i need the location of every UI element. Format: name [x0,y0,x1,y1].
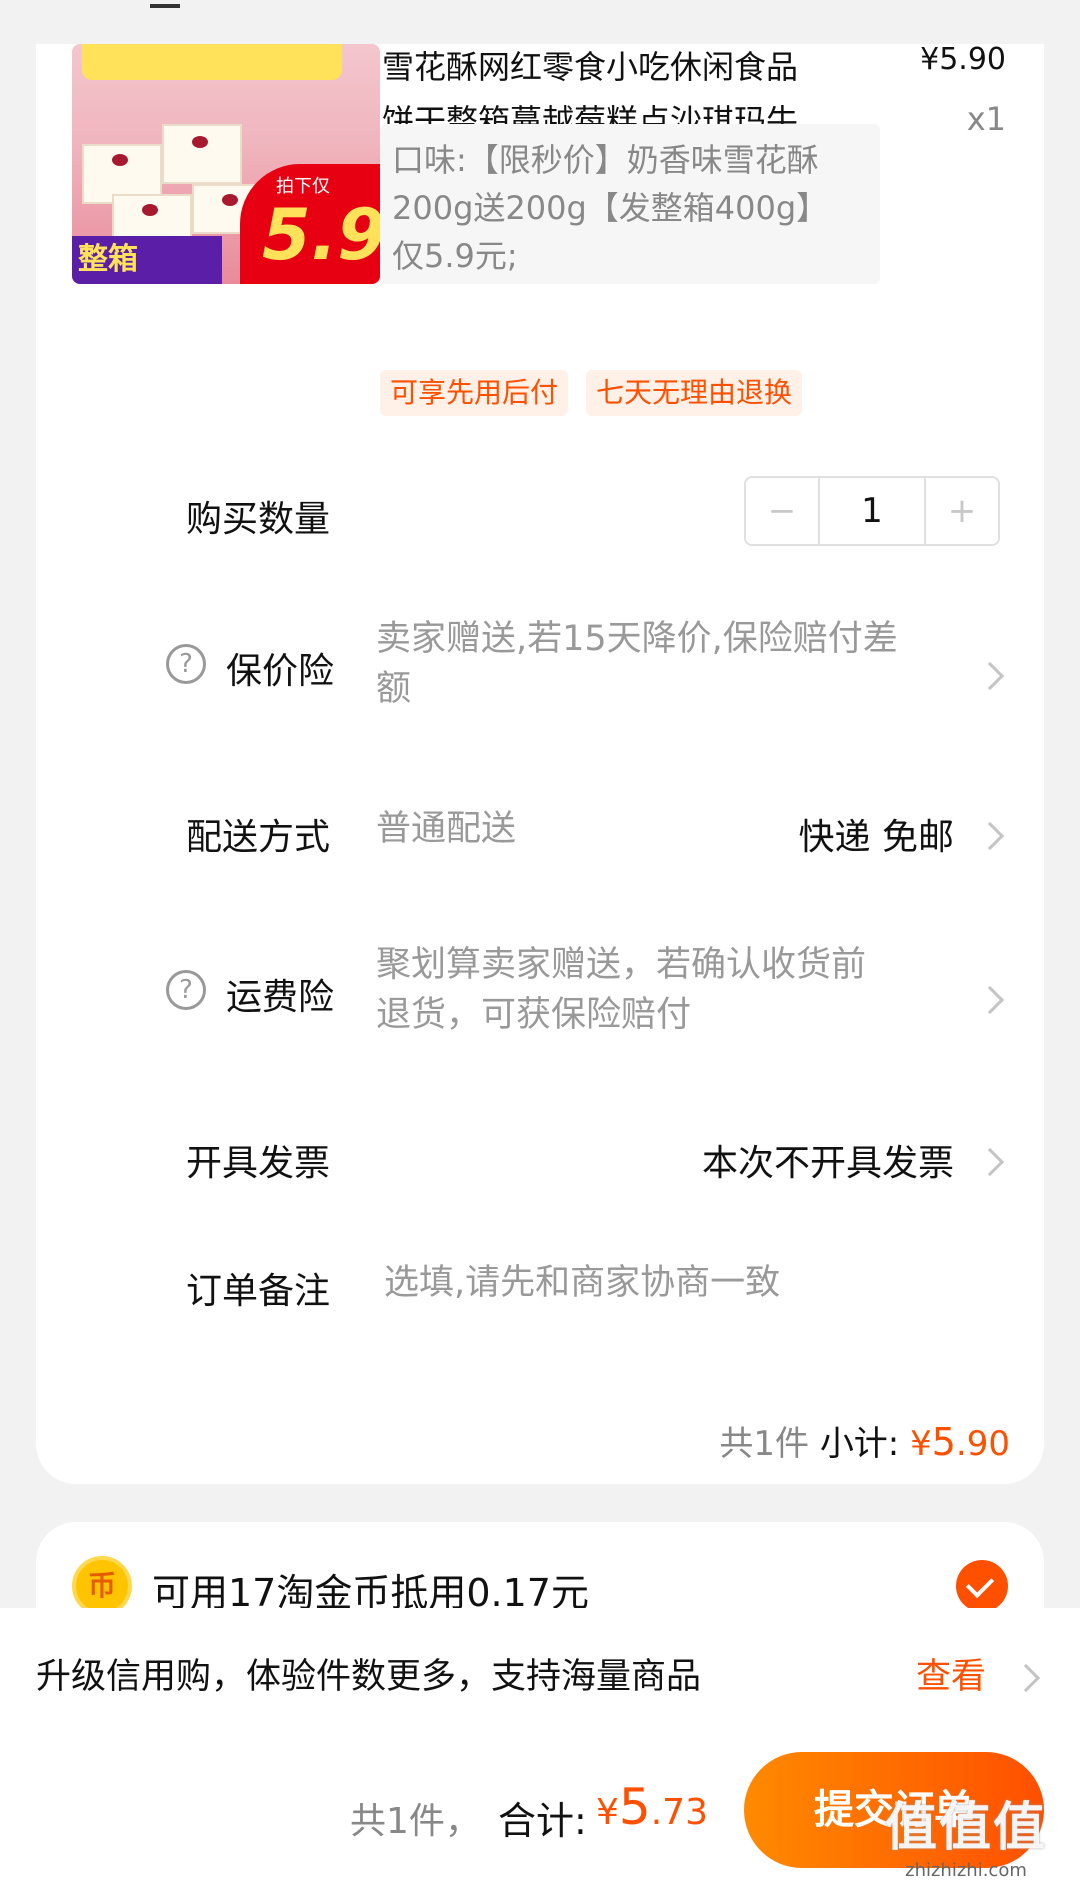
price-insurance-line: 卖家赠送,若15天降价,保险赔付差 [376,619,898,659]
berry-shape [112,154,128,166]
product-thumbnail[interactable]: 整箱400g 拍下仅 5.9 [72,44,380,284]
shipping-insurance-line: 聚划算卖家赠送，若确认收货前 [376,945,867,985]
bottom-bar: 共1件， 合计: ¥5.73 提交订单 值值值 zhizhizhi.com [0,1736,1080,1881]
badge-price: 5.9 [262,194,380,276]
check-icon[interactable] [956,1560,1008,1612]
subtotal-count: 共1件 [719,1424,809,1464]
chevron-right-icon[interactable] [1011,1663,1041,1693]
shipping-insurance-value[interactable]: 聚划算卖家赠送，若确认收货前 退货，可获保险赔付 [376,940,866,1040]
order-note-input[interactable]: 选填,请先和商家协商一致 [384,1258,780,1308]
berry-shape [222,194,238,206]
seven-day-return-tag: 七天无理由退换 [586,370,803,416]
help-icon[interactable]: ? [166,970,206,1010]
top-bar [0,0,1080,44]
quantity-stepper[interactable]: − 1 + [744,476,1000,546]
credit-text: 升级信用购，体验件数更多，支持海量商品 [36,1657,702,1697]
invoice-label: 开具发票 [186,1143,331,1184]
sku-line: 口味:【限秒价】奶香味雪花酥 [392,141,819,179]
increment-button[interactable]: + [926,478,998,544]
credit-upgrade-banner[interactable]: 升级信用购，体验件数更多，支持海量商品 查看 [0,1608,1080,1736]
product-price: ¥5.90 [920,42,1006,77]
sku-line: 200g送200g【发整箱400g】 [392,189,829,227]
sku-box[interactable]: 口味:【限秒价】奶香味雪花酥 200g送200g【发整箱400g】 仅5.9元; [380,124,880,284]
thumbnail-banner [82,44,342,80]
chevron-right-icon[interactable] [975,985,1005,1015]
view-link[interactable]: 查看 [916,1648,986,1699]
total-count: 共1件， [350,1801,481,1842]
product-quantity: x1 [966,100,1006,138]
cake-block [162,124,242,184]
berry-shape [192,136,208,148]
order-note-label: 订单备注 [186,1271,331,1312]
amount-dec: .73 [650,1792,708,1833]
pay-later-tag: 可享先用后付 [380,370,569,416]
amount-int: 5 [618,1778,651,1836]
help-icon[interactable]: ? [166,644,206,684]
invoice-value[interactable]: 本次不开具发票 [702,1134,954,1186]
chevron-right-icon[interactable] [975,821,1005,851]
site-watermark: 值值值 zhizhizhi.com [866,1785,1066,1881]
currency-symbol: ¥ [910,1424,932,1464]
delivery-value: 普通配送 [376,809,517,849]
quantity-label: 购买数量 [186,499,331,540]
total-amount: ¥5.73 [596,1778,708,1836]
currency-symbol: ¥ [596,1792,619,1833]
product-title-line1[interactable]: 雪花酥网红零食小吃休闲食品 [382,42,922,92]
delivery-label: 配送方式 [186,817,331,858]
decrement-button[interactable]: − [746,478,818,544]
subtotal: 共1件 小计: ¥5.90 [719,1416,1010,1465]
shipping-insurance-line: 退货，可获保险赔付 [376,995,692,1035]
chevron-right-icon[interactable] [975,1147,1005,1177]
coin-icon: 币 [72,1556,132,1616]
order-item-card: 整箱400g 拍下仅 5.9 雪花酥网红零食小吃休闲食品 饼干整箱蔓越莓糕点沙琪… [36,42,1044,1484]
price-insurance-line: 额 [376,669,412,709]
subtotal-label: 小计: [819,1424,900,1464]
price-insurance-label: 保价险 [226,651,335,692]
delivery-method[interactable]: 快递 免邮 [799,808,954,860]
back-icon[interactable] [150,0,180,8]
price-badge: 拍下仅 5.9 [240,164,380,284]
total-label: 合计: [498,1799,587,1843]
shipping-insurance-label: 运费险 [226,977,335,1018]
amount-int: 5 [931,1420,956,1464]
sku-line: 仅5.9元; [392,237,518,275]
subtotal-amount: ¥5.90 [910,1420,1010,1464]
price-insurance-value[interactable]: 卖家赠送,若15天降价,保险赔付差 额 [376,614,898,714]
amount-dec: .90 [955,1424,1010,1464]
watermark-logo: 值值值 [884,1798,1047,1858]
quantity-input[interactable]: 1 [818,478,926,544]
berry-shape [142,204,158,216]
box-size-label: 整箱400g [72,236,222,284]
chevron-right-icon[interactable] [975,661,1005,691]
watermark-url: zhizhizhi.com [905,1860,1027,1881]
